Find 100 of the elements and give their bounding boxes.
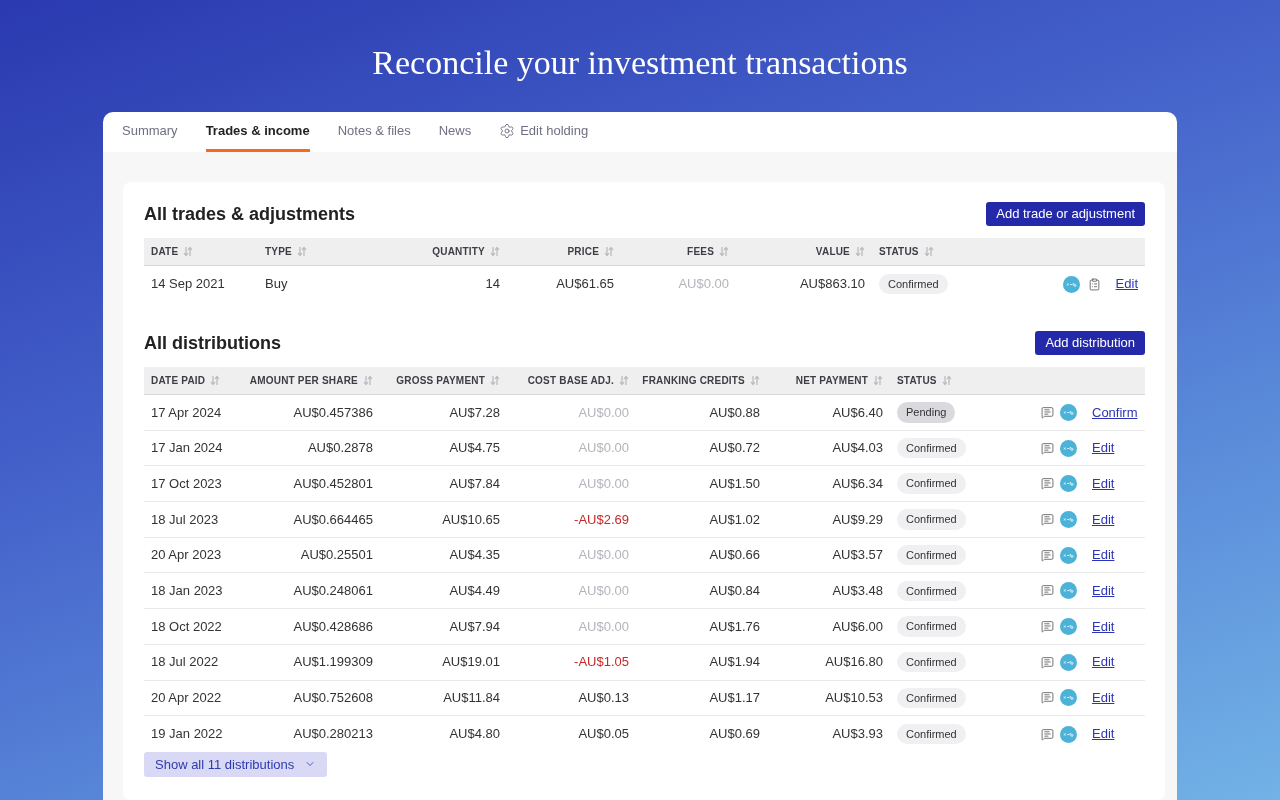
tab[interactable]: Edit holding [499, 112, 589, 152]
table-cell-text: AU$0.13 [577, 689, 630, 708]
sort-icon [750, 375, 760, 386]
row-action-link[interactable]: Edit [1115, 274, 1138, 294]
settings-icon [499, 122, 516, 139]
row-action-link[interactable]: Edit [1092, 545, 1115, 565]
tab[interactable]: Summary [122, 112, 178, 152]
table-cell-text: AU$9.29 [831, 510, 884, 529]
column-header[interactable]: FEES [687, 244, 729, 259]
comment-icon[interactable] [1041, 619, 1054, 633]
column-header[interactable]: VALUE [815, 244, 865, 259]
table-cell-text: AU$4.35 [448, 546, 501, 565]
status-badge: Confirmed [897, 580, 966, 602]
section-title: All trades & adjustments [144, 202, 356, 226]
table-cell-text: AU$7.94 [448, 617, 501, 636]
table-cell-text: AU$7.28 [448, 403, 501, 422]
sort-icon [619, 375, 629, 386]
clipboard-icon[interactable] [1087, 277, 1101, 291]
table-cell-text: AU$0.84 [708, 582, 761, 601]
sort-icon [490, 246, 500, 257]
comment-icon[interactable] [1041, 655, 1054, 669]
table-cell-text: AU$863.10 [798, 275, 866, 294]
table-cell-text: AU$4.75 [448, 439, 501, 458]
table-cell-text: AU$0.25501 [299, 546, 374, 565]
tab[interactable]: News [438, 112, 472, 152]
status-badge: Confirmed [897, 651, 966, 673]
row-action-link[interactable]: Edit [1092, 724, 1115, 744]
circle-logo-icon[interactable] [1060, 403, 1077, 421]
table-cell-text: AU$0.72 [708, 439, 761, 458]
table-cell-text: AU$0.00 [677, 275, 730, 294]
table-cell-text: AU$16.80 [824, 653, 884, 672]
add-button[interactable]: Add distribution [1035, 331, 1145, 355]
table-cell-text: 17 Oct 2023 [150, 474, 223, 493]
circle-logo-icon[interactable] [1060, 653, 1077, 671]
table-cell-text: AU$11.84 [442, 689, 501, 708]
row-action-link[interactable]: Edit [1092, 581, 1115, 601]
comment-icon[interactable] [1041, 548, 1054, 562]
circle-logo-icon[interactable] [1060, 617, 1077, 635]
table-cell-text: AU$0.752608 [292, 689, 374, 708]
comment-icon[interactable] [1041, 441, 1054, 455]
table-cell-text: AU$0.664465 [292, 510, 374, 529]
table-cell-text: AU$1.94 [708, 653, 761, 672]
table-cell-text: 18 Oct 2022 [150, 617, 223, 636]
row-action-link[interactable]: Edit [1092, 509, 1115, 530]
table-cell-text: AU$1.199309 [292, 653, 374, 672]
circle-logo-icon[interactable] [1060, 475, 1077, 493]
comment-icon[interactable] [1041, 512, 1054, 526]
table-cell-text: AU$0.66 [708, 546, 761, 565]
table-cell-text: AU$3.93 [831, 725, 884, 744]
show-all-button[interactable]: Show all 11 distributions [144, 751, 328, 777]
row-action-link[interactable]: Edit [1092, 616, 1115, 637]
table-cell-text: 17 Apr 2024 [150, 403, 223, 422]
circle-logo-icon[interactable] [1060, 439, 1077, 457]
comment-icon[interactable] [1041, 584, 1054, 598]
column-header[interactable]: PRICE [567, 244, 614, 259]
column-header[interactable]: QUANTITY [432, 244, 500, 259]
column-header[interactable]: DATE [151, 244, 194, 259]
table-cell-text: 18 Jan 2023 [150, 582, 224, 601]
sort-icon [719, 246, 729, 257]
circle-logo-icon[interactable] [1060, 689, 1077, 707]
table-cell-text: AU$1.50 [708, 474, 761, 493]
circle-logo-icon[interactable] [1060, 546, 1077, 564]
status-badge: Confirmed [897, 616, 966, 637]
column-header[interactable]: COST BASE ADJ. [527, 373, 629, 388]
table-cell-text: AU$4.49 [448, 582, 501, 601]
comment-icon[interactable] [1041, 477, 1054, 491]
table-cell-text: AU$0.248061 [292, 582, 374, 601]
status-badge: Confirmed [897, 544, 966, 566]
table-cell-text: AU$0.05 [577, 725, 630, 744]
status-badge: Confirmed [897, 723, 966, 745]
comment-icon[interactable] [1041, 727, 1054, 741]
table-cell-text: 19 Jan 2022 [150, 725, 224, 744]
add-button[interactable]: Add trade or adjustment [986, 202, 1145, 226]
column-header[interactable]: DATE PAID [151, 373, 221, 388]
circle-logo-icon[interactable] [1060, 510, 1077, 528]
table-cell-text: AU$0.280213 [292, 725, 374, 744]
sort-icon [183, 246, 194, 257]
column-header[interactable]: TYPE [265, 244, 307, 259]
column-header[interactable]: AMOUNT PER SHARE [249, 373, 373, 388]
column-header[interactable]: NET PAYMENT [795, 373, 883, 388]
column-header[interactable]: STATUS [879, 244, 934, 259]
table-cell-text: AU$0.00 [577, 403, 630, 422]
row-action-link[interactable]: Confirm [1092, 402, 1138, 423]
table-cell-text: Buy [264, 275, 289, 294]
column-header[interactable]: FRANKING CREDITS [642, 373, 760, 388]
circle-logo-icon[interactable] [1060, 725, 1077, 743]
column-header[interactable]: GROSS PAYMENT [396, 373, 500, 388]
circle-logo-icon[interactable] [1062, 275, 1080, 293]
column-header[interactable]: STATUS [897, 373, 952, 388]
comment-icon[interactable] [1041, 405, 1054, 419]
row-action-link[interactable]: Edit [1092, 438, 1115, 458]
row-action-link[interactable]: Edit [1092, 473, 1115, 494]
circle-logo-icon[interactable] [1060, 582, 1077, 600]
row-action-link[interactable]: Edit [1092, 652, 1115, 672]
tab[interactable]: Notes & files [337, 112, 411, 152]
table-cell-text: AU$0.452801 [292, 474, 374, 493]
row-action-link[interactable]: Edit [1092, 688, 1115, 708]
comment-icon[interactable] [1041, 691, 1054, 705]
sort-icon [604, 246, 614, 257]
sort-icon [210, 375, 221, 386]
